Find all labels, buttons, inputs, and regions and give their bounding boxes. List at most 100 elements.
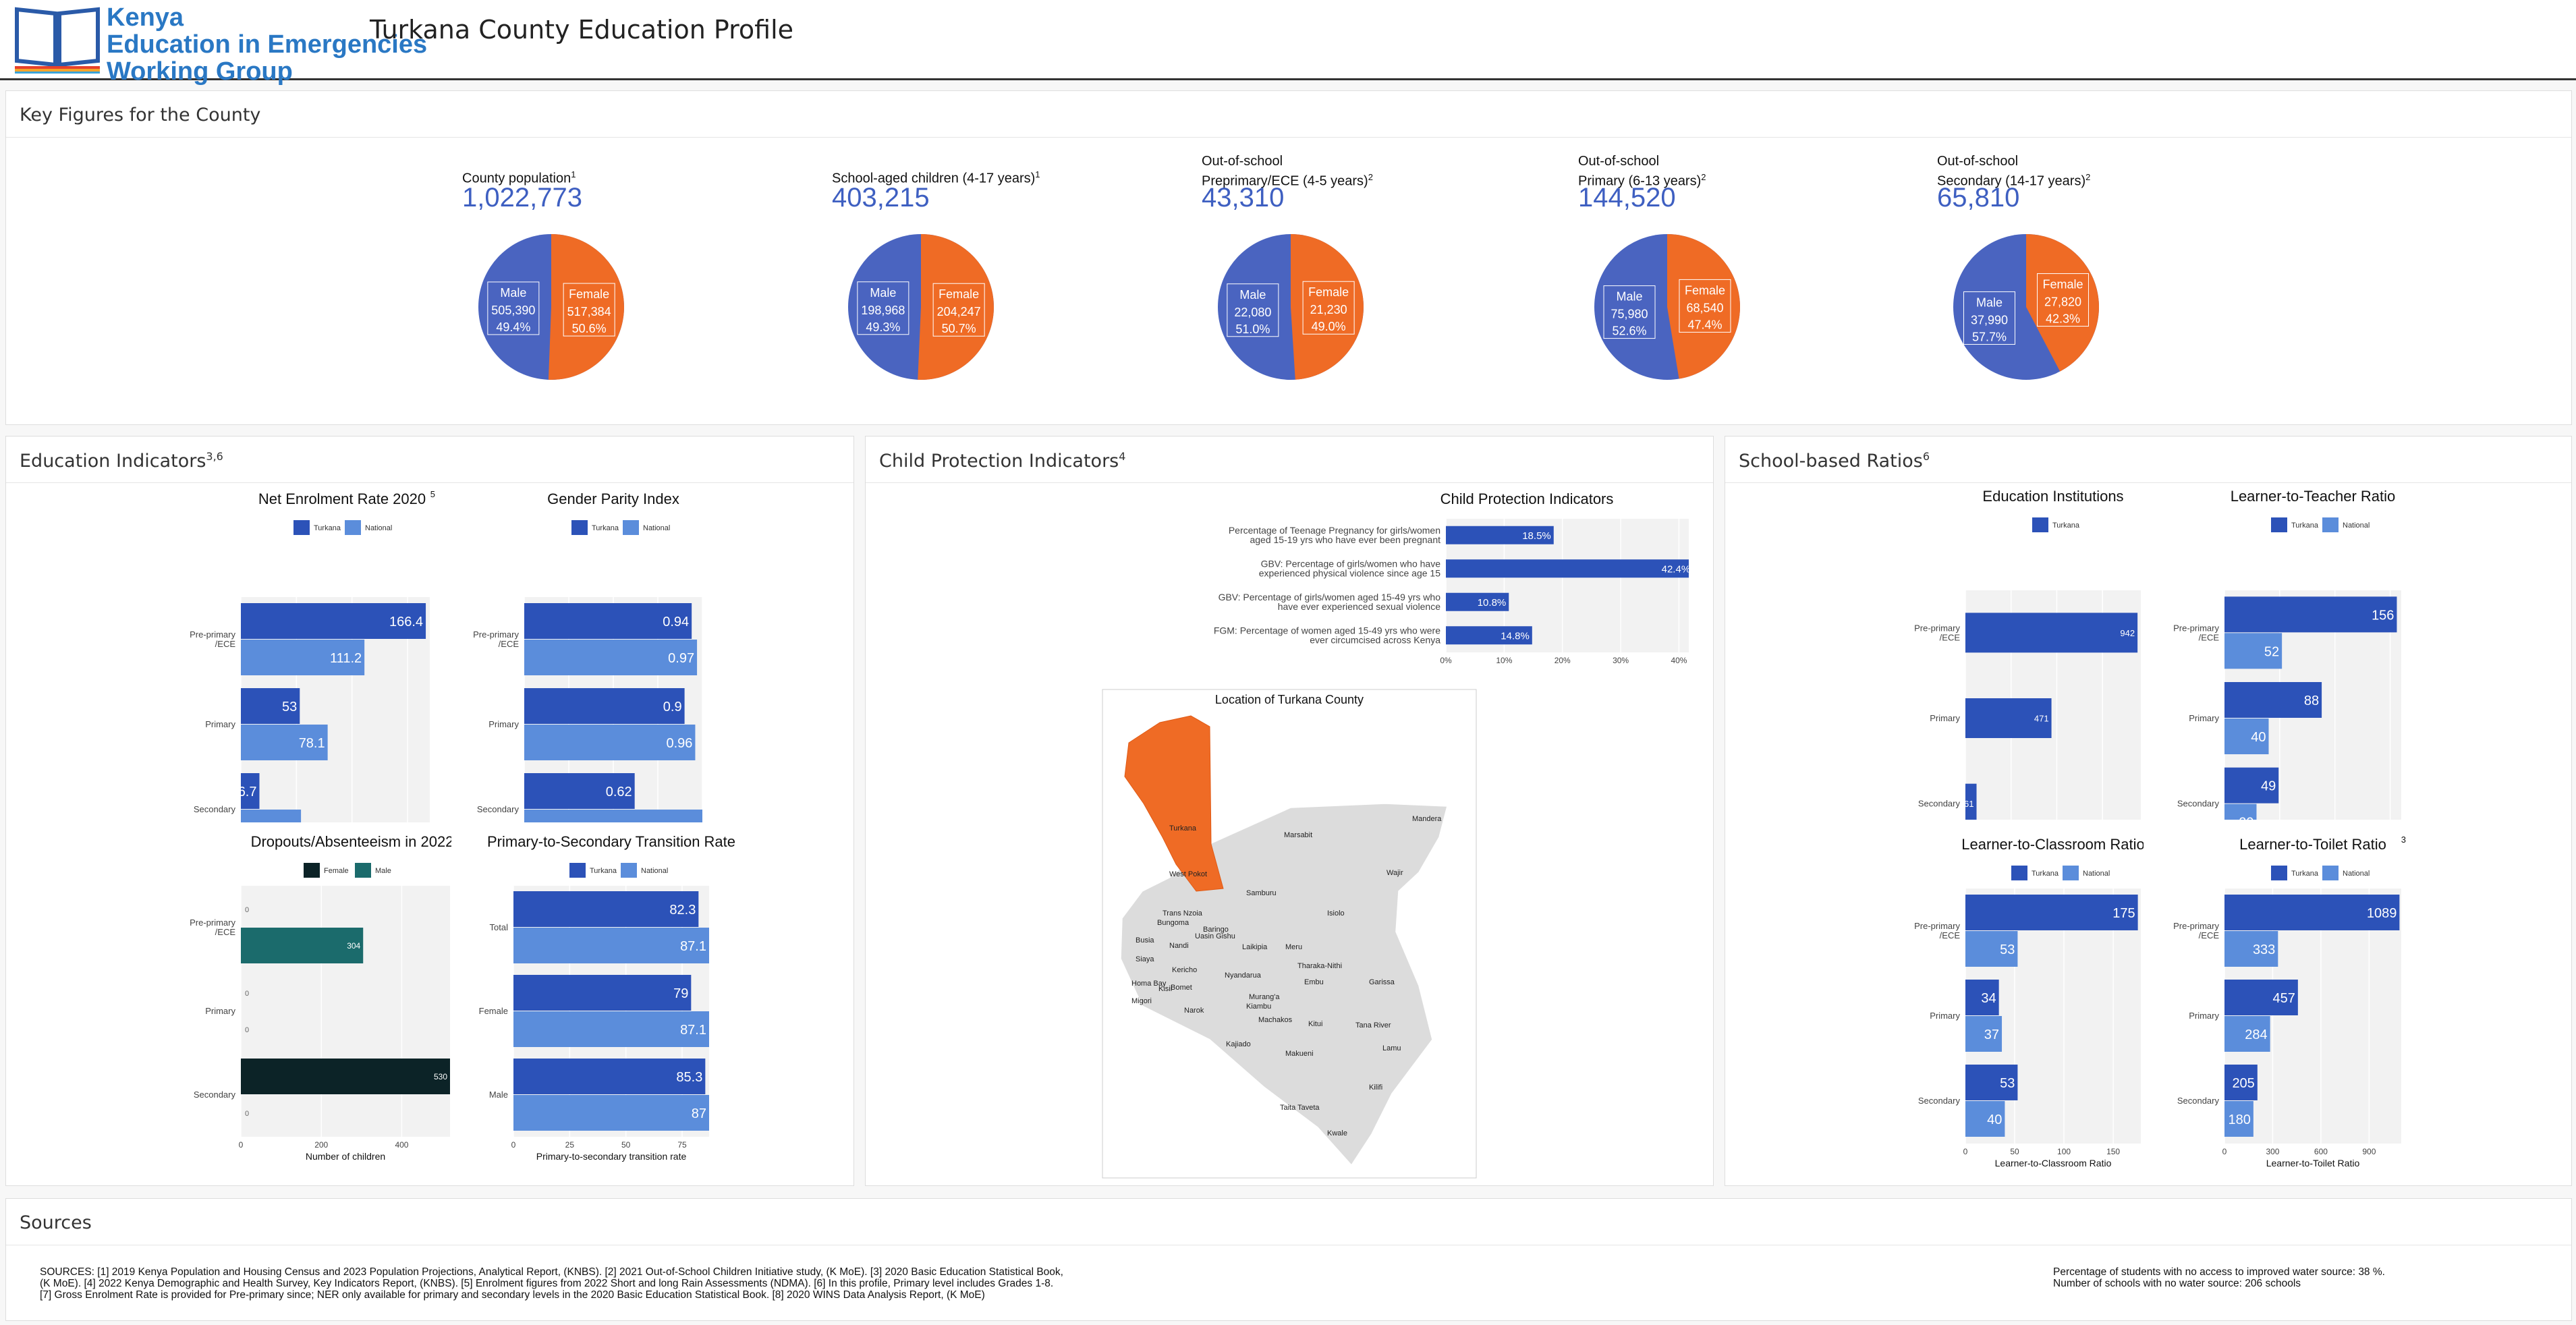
x-tick-label: 10% (1496, 656, 1512, 665)
map-county-label: West Pokot (1169, 870, 1207, 878)
map-county-label: Narok (1184, 1007, 1204, 1015)
map-county-label: Kitui (1308, 1020, 1322, 1028)
pie-label-male: Male (870, 286, 896, 300)
bar-value-label: 87.1 (680, 939, 706, 954)
bar-value-label: 175 (2112, 906, 2135, 921)
key-figure-value: 1,022,773 (462, 183, 582, 213)
chart-title: Gender Parity Index (547, 490, 679, 507)
x-tick-label: 0 (511, 1140, 516, 1150)
transition-rate-chart: Primary-to-Secondary Transition Rate Turk… (479, 833, 735, 1162)
book-logo-icon (15, 7, 100, 74)
x-tick-label: 75 (677, 1140, 687, 1150)
sources-line: [7] Gross Enrolment Rate is provided for… (40, 1289, 985, 1301)
bar-value-label: 6.7 (238, 785, 257, 799)
pie-label-female: Female (1685, 283, 1725, 297)
pie-label-male: Male (1239, 288, 1266, 302)
pie-pct-male: 57.7% (1972, 330, 2007, 343)
bar-value-label: 0 (245, 1110, 249, 1118)
legend-label: National (641, 867, 668, 875)
map-county-label: Nandi (1169, 942, 1189, 950)
legend-label: Turkana (2032, 870, 2059, 878)
legend-label: Male (375, 867, 391, 875)
page-header: Kenya Education in Emergencies Working G… (0, 0, 2576, 85)
bar-value-label: 284 (2245, 1027, 2267, 1042)
sources-line: (K MoE). [4] 2022 Kenya Demographic and … (40, 1278, 1054, 1289)
pie-label-male: Male (1976, 295, 2003, 309)
key-figure-sup: 2 (1368, 172, 1373, 182)
logo-line-3: Working Group (107, 57, 293, 86)
x-axis-label: Number of children (306, 1151, 385, 1162)
key-figures-title: Key Figures for the County (20, 105, 261, 125)
bar-value-label: 1089 (2367, 906, 2397, 921)
kenya-eiewg-logo: Kenya Education in Emergencies Working G… (13, 4, 427, 85)
bar-value-label: 0.62 (606, 785, 632, 799)
y-category-label: Pre-primary (473, 629, 519, 640)
bar-value-label: 87 (692, 1106, 706, 1121)
bar-value-label: 0.94 (663, 615, 689, 629)
bar-value-label: 40 (1987, 1112, 2002, 1127)
legend-swatch (2032, 517, 2048, 532)
divider (6, 137, 2571, 138)
dropouts-chart: Dropouts/Absenteeism in 20225FemaleMale0… (190, 833, 451, 1162)
x-tick-label: 50 (621, 1140, 631, 1150)
legend-swatch (2322, 517, 2339, 532)
education-indicators-title: Education Indicators3,6 (20, 450, 223, 472)
education-indicators-title-text: Education Indicators (20, 451, 206, 472)
bar-turkana (524, 688, 685, 724)
map-county-label: Mandera (1412, 815, 1442, 823)
map-county-label: Turkana (1169, 824, 1197, 833)
bar-value-label: 111.2 (330, 651, 362, 666)
pie-pct-female: 50.7% (942, 322, 976, 335)
map-county-label: Samburu (1246, 889, 1277, 897)
bar-national (513, 1095, 709, 1131)
sources-panel: Sources SOURCES: [1] 2019 Kenya Populati… (5, 1198, 2572, 1321)
map-county-label: Kericho (1172, 966, 1197, 974)
x-tick-label: 200 (314, 1140, 328, 1150)
map-county-label: Busia (1136, 936, 1154, 945)
legend-swatch (345, 520, 361, 535)
bar-value-label: 37 (1984, 1027, 1999, 1042)
gender-pie-chart: Female 21,230 49.0% Male 22,080 51.0% (1218, 234, 1364, 380)
y-category-label: Pre-primary (1914, 921, 1960, 931)
y-category-label: Secondary (477, 804, 520, 814)
bar-value-label: 0.97 (668, 651, 694, 666)
water-notes: Percentage of students with no access to… (2053, 1266, 2385, 1289)
bar-value-label: 54.1 (272, 821, 298, 822)
x-tick-label: 0% (1440, 656, 1452, 665)
map-county-label: Murang'a (1249, 993, 1280, 1001)
bar-value-label: 53 (282, 700, 297, 714)
bar-value-label: 53 (2000, 942, 2015, 957)
x-tick-label: 300 (2266, 1147, 2279, 1156)
x-axis-label: Learner-to-Toilet Ratio (2266, 1158, 2360, 1168)
child-protection-chart: Child Protection Indicators 0% 10% 20% 30% 40… (1214, 490, 1689, 665)
map-county-label: Tana River (1355, 1021, 1391, 1030)
bar-value-label: 82.3 (669, 903, 696, 918)
map-county-label: Siaya (1136, 955, 1154, 963)
legend-swatch (293, 520, 310, 535)
map-county-label: Machakos (1258, 1016, 1293, 1024)
map-county-label: Wajir (1387, 869, 1403, 877)
sources-line: SOURCES: [1] 2019 Kenya Population and H… (40, 1266, 1063, 1278)
map-county-label: Isiolo (1327, 909, 1345, 918)
x-tick-label: 30% (1613, 656, 1629, 665)
y-category-label: Pre-primary (2173, 623, 2219, 633)
y-category-label: Primary (205, 719, 235, 729)
y-category-label: Female (479, 1006, 508, 1016)
bar-value-label: 205 (2232, 1076, 2254, 1091)
pie-label-female: Female (939, 287, 979, 301)
gender-parity-chart: Gender Parity IndexTurkanaNational0.000.… (473, 490, 703, 822)
y-category-label: /ECE (1940, 930, 1961, 940)
pie-label-male: Male (500, 286, 526, 300)
y-category-label: aged 15-19 yrs who have ever been pregna… (1250, 534, 1440, 545)
legend-label: Turkana (314, 524, 341, 532)
bar-value-label: 34 (1981, 991, 1996, 1006)
legend-swatch (2011, 866, 2027, 880)
legend-label: Turkana (2052, 521, 2080, 530)
pie-count-female: 517,384 (567, 305, 611, 318)
map-county-label: Embu (1304, 978, 1324, 986)
pie-pct-female: 42.3% (2046, 312, 2080, 326)
bar-value-label: 79 (673, 986, 688, 1001)
y-category-label: ever circumcised across Kenya (1310, 634, 1440, 645)
x-tick-label: 100 (2057, 1147, 2071, 1156)
pie-label-female: Female (2043, 278, 2083, 291)
